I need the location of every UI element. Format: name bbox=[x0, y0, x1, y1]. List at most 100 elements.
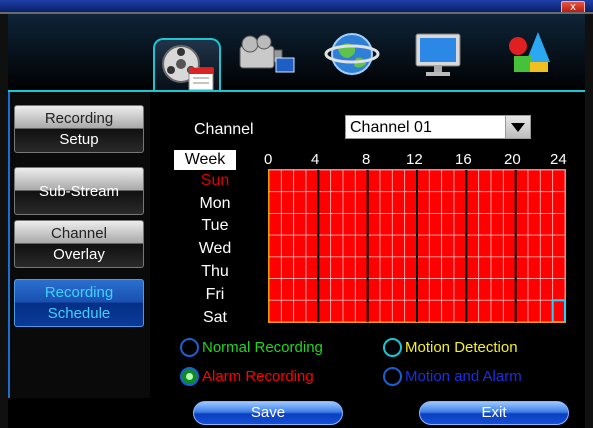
schedule-cell[interactable] bbox=[465, 191, 480, 214]
schedule-cell[interactable] bbox=[379, 256, 393, 279]
schedule-cell[interactable] bbox=[428, 256, 443, 279]
schedule-cell[interactable] bbox=[428, 278, 443, 301]
schedule-cell[interactable] bbox=[453, 213, 467, 236]
schedule-cell[interactable] bbox=[317, 234, 332, 258]
schedule-cell[interactable] bbox=[552, 191, 565, 214]
schedule-cell[interactable] bbox=[342, 191, 356, 214]
schedule-cell[interactable] bbox=[478, 191, 492, 214]
schedule-cell[interactable] bbox=[515, 234, 529, 258]
schedule-cell[interactable] bbox=[502, 191, 517, 214]
schedule-cell[interactable] bbox=[490, 191, 504, 214]
schedule-cell[interactable] bbox=[317, 170, 332, 193]
schedule-cell[interactable] bbox=[502, 299, 517, 322]
schedule-cell[interactable] bbox=[416, 234, 430, 258]
schedule-cell[interactable] bbox=[465, 278, 480, 301]
schedule-cell[interactable] bbox=[478, 170, 492, 193]
schedule-cell[interactable] bbox=[552, 278, 565, 301]
save-button[interactable]: Save bbox=[193, 401, 343, 425]
schedule-cell[interactable] bbox=[465, 234, 480, 258]
schedule-cell[interactable] bbox=[478, 278, 492, 301]
schedule-cell[interactable] bbox=[441, 278, 455, 301]
schedule-cell[interactable] bbox=[330, 234, 344, 258]
schedule-cell[interactable] bbox=[441, 191, 455, 214]
schedule-cell[interactable] bbox=[391, 256, 406, 279]
schedule-cell[interactable] bbox=[269, 170, 282, 193]
schedule-cell[interactable] bbox=[379, 278, 393, 301]
schedule-cell[interactable] bbox=[515, 299, 529, 322]
schedule-cell[interactable] bbox=[354, 278, 369, 301]
schedule-cell[interactable] bbox=[317, 256, 332, 279]
schedule-cell[interactable] bbox=[269, 256, 282, 279]
schedule-cell[interactable] bbox=[330, 278, 344, 301]
schedule-cell[interactable] bbox=[317, 278, 332, 301]
tab-camera[interactable] bbox=[232, 20, 300, 88]
schedule-cell[interactable] bbox=[527, 299, 541, 322]
schedule-cell[interactable] bbox=[391, 234, 406, 258]
schedule-cell[interactable] bbox=[379, 234, 393, 258]
schedule-cell[interactable] bbox=[342, 170, 356, 193]
schedule-cell[interactable] bbox=[305, 213, 319, 236]
schedule-cell[interactable] bbox=[330, 170, 344, 193]
schedule-cell[interactable] bbox=[354, 213, 369, 236]
schedule-cell[interactable] bbox=[527, 234, 541, 258]
schedule-cell[interactable] bbox=[515, 278, 529, 301]
schedule-cell[interactable] bbox=[404, 278, 418, 301]
radio-alarm-recording[interactable] bbox=[180, 367, 199, 386]
schedule-cell[interactable] bbox=[330, 191, 344, 214]
chevron-down-icon[interactable] bbox=[505, 116, 530, 138]
schedule-cell[interactable] bbox=[317, 213, 332, 236]
schedule-cell[interactable] bbox=[330, 213, 344, 236]
schedule-cell[interactable] bbox=[354, 191, 369, 214]
schedule-cell[interactable] bbox=[428, 170, 443, 193]
schedule-cell[interactable] bbox=[441, 234, 455, 258]
schedule-cell[interactable] bbox=[354, 256, 369, 279]
schedule-cell-selected[interactable] bbox=[551, 299, 565, 322]
schedule-cell[interactable] bbox=[502, 234, 517, 258]
schedule-cell[interactable] bbox=[539, 170, 554, 193]
schedule-cell[interactable] bbox=[490, 299, 504, 322]
schedule-cell[interactable] bbox=[453, 191, 467, 214]
schedule-cell[interactable] bbox=[428, 299, 443, 322]
schedule-cell[interactable] bbox=[305, 256, 319, 279]
schedule-cell[interactable] bbox=[342, 299, 356, 322]
schedule-cell[interactable] bbox=[539, 213, 554, 236]
schedule-cell[interactable] bbox=[515, 256, 529, 279]
schedule-cell[interactable] bbox=[502, 170, 517, 193]
schedule-cell[interactable] bbox=[490, 278, 504, 301]
schedule-cell[interactable] bbox=[305, 278, 319, 301]
legend-normal[interactable]: Normal Recording bbox=[180, 338, 323, 357]
schedule-cell[interactable] bbox=[428, 234, 443, 258]
schedule-cell[interactable] bbox=[269, 299, 282, 322]
schedule-cell[interactable] bbox=[280, 213, 295, 236]
schedule-cell[interactable] bbox=[416, 213, 430, 236]
schedule-cell[interactable] bbox=[552, 234, 565, 258]
schedule-cell[interactable] bbox=[404, 213, 418, 236]
schedule-cell[interactable] bbox=[330, 299, 344, 322]
schedule-cell[interactable] bbox=[428, 213, 443, 236]
schedule-cell[interactable] bbox=[354, 170, 369, 193]
schedule-cell[interactable] bbox=[342, 278, 356, 301]
schedule-cell[interactable] bbox=[404, 170, 418, 193]
schedule-cell[interactable] bbox=[269, 234, 282, 258]
schedule-cell[interactable] bbox=[515, 191, 529, 214]
schedule-cell[interactable] bbox=[515, 213, 529, 236]
schedule-cell[interactable] bbox=[552, 256, 565, 279]
schedule-cell[interactable] bbox=[280, 234, 295, 258]
schedule-cell[interactable] bbox=[367, 256, 381, 279]
schedule-cell[interactable] bbox=[441, 299, 455, 322]
schedule-cell[interactable] bbox=[441, 170, 455, 193]
schedule-cell[interactable] bbox=[515, 170, 529, 193]
schedule-cell[interactable] bbox=[379, 191, 393, 214]
schedule-cell[interactable] bbox=[490, 234, 504, 258]
schedule-cell[interactable] bbox=[539, 191, 554, 214]
schedule-cell[interactable] bbox=[465, 170, 480, 193]
schedule-cell[interactable] bbox=[404, 299, 418, 322]
schedule-cell[interactable] bbox=[391, 191, 406, 214]
schedule-cell[interactable] bbox=[552, 170, 565, 193]
schedule-cell[interactable] bbox=[293, 234, 307, 258]
schedule-cell[interactable] bbox=[527, 170, 541, 193]
schedule-cell[interactable] bbox=[367, 191, 381, 214]
schedule-cell[interactable] bbox=[280, 191, 295, 214]
schedule-cell[interactable] bbox=[404, 234, 418, 258]
schedule-cell[interactable] bbox=[280, 170, 295, 193]
